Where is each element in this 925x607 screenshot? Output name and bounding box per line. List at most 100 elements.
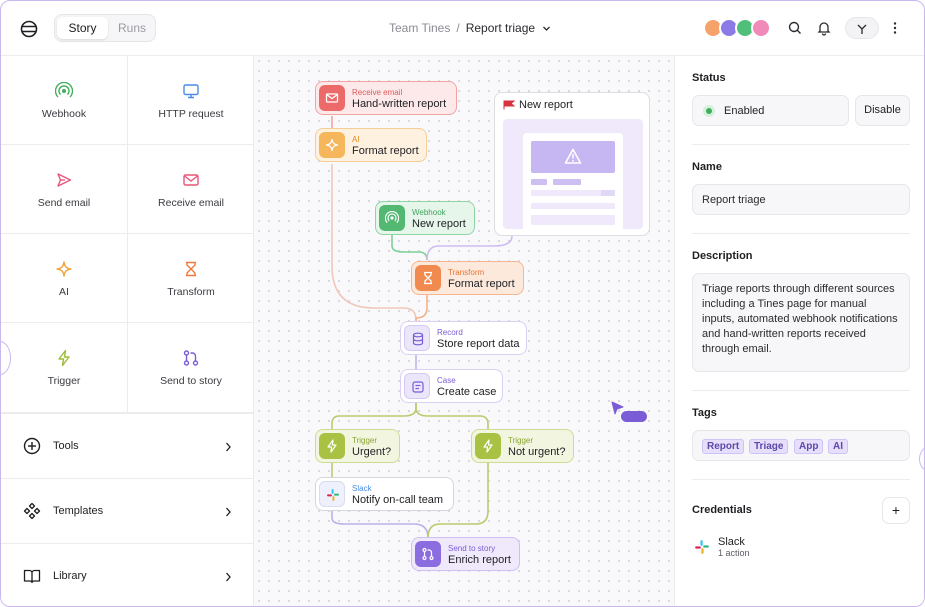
node-icon-badge [319,85,345,111]
credential-name[interactable]: Slack [718,536,745,548]
status-title: Status [692,72,726,84]
page-thumbnail [503,119,643,229]
description-textarea[interactable]: Triage reports through different sources… [692,273,910,372]
collaborator-cursor-icon [611,401,647,422]
toolbox-receive-email[interactable]: Receive email [127,145,254,234]
toolbox-send-email[interactable]: Send email [1,145,127,234]
bell-icon[interactable] [816,20,832,36]
node-type: Record [437,328,463,337]
nav-library[interactable]: Library [1,543,254,606]
tile-label: Send to story [160,375,222,387]
node-record[interactable]: Record Store report data [400,321,527,355]
credentials-title: Credentials [692,504,752,516]
flag-icon [503,100,515,110]
toolbox-send-to-story[interactable]: Send to story [127,323,254,413]
add-credential-button[interactable]: + [882,497,910,524]
toolbox-panel: Webhook HTTP request Send email Receive … [1,56,254,606]
nav-label: Tools [53,440,79,452]
tag[interactable]: Report [702,439,745,454]
tag[interactable]: AI [828,439,848,454]
nav-tools[interactable]: Tools [1,413,254,478]
more-vertical-icon[interactable] [890,20,900,36]
bolt-icon [327,439,337,453]
node-name: Format report [352,145,419,157]
user-menu[interactable] [845,17,879,39]
toolbox-http-request[interactable]: HTTP request [127,56,254,145]
story-name-input[interactable]: Report triage [692,184,910,215]
node-type: Webhook [412,208,446,217]
node-type: AI [352,135,360,144]
tile-label: Send email [37,197,91,209]
tags-title: Tags [692,407,717,419]
story-canvas[interactable]: Receive email Hand-written report AI For… [254,56,674,606]
bolt-icon [483,439,493,453]
sparkle-icon [56,261,72,277]
status-value: Enabled [724,105,765,117]
node-ai[interactable]: AI Format report [315,128,427,162]
search-icon[interactable] [787,20,803,36]
node-type: Slack [352,484,372,493]
node-send-to-story[interactable]: Send to story Enrich report [411,537,520,571]
branch-icon [422,547,434,561]
node-case[interactable]: Case Create case [400,369,503,403]
app-window: Story Runs Team Tines / Report triage We… [0,0,925,607]
webhook-icon [385,211,399,224]
node-slack[interactable]: Slack Notify on-call team [315,477,454,511]
node-icon-badge [319,433,345,459]
status-indicator: Enabled [692,95,849,126]
right-collaborator-cursor [919,446,924,472]
breadcrumb-team[interactable]: Team Tines [389,21,450,35]
toolbox-transform[interactable]: Transform [127,234,254,323]
node-type: Trigger [352,436,378,445]
node-icon-badge [415,265,441,291]
case-icon [412,381,424,393]
node-trigger-not-urgent[interactable]: Trigger Not urgent? [471,429,574,463]
warning-icon [564,148,582,164]
status-dot-icon [703,105,715,117]
toolbox-ai[interactable]: AI [1,234,127,323]
page-preview-card[interactable]: New report [494,92,650,236]
tile-label: Trigger [47,375,81,387]
chevron-right-icon [226,572,231,582]
toolbox-trigger[interactable]: Trigger [1,323,127,413]
diamonds-icon [23,502,41,520]
branch-icon [183,350,199,366]
tags-input[interactable]: Report Triage App AI [692,430,910,461]
nav-label: Templates [53,505,104,517]
node-name: Hand-written report [352,98,447,110]
tab-story[interactable]: Story [57,17,108,39]
toolbox-webhook[interactable]: Webhook [1,56,127,145]
breadcrumb-story[interactable]: Report triage [466,21,535,35]
node-name: Notify on-call team [352,494,444,506]
nav-templates[interactable]: Templates [1,478,254,543]
tile-label: AI [59,286,69,298]
tile-label: Receive email [158,197,224,209]
node-webhook[interactable]: Webhook New report [375,201,475,235]
node-receive-email[interactable]: Receive email Hand-written report [315,81,457,115]
tile-label: Transform [167,286,215,298]
collaborator-avatars[interactable] [703,18,775,38]
tines-logo-icon[interactable] [20,20,38,38]
breadcrumb: Team Tines / Report triage [389,21,551,35]
top-bar: Story Runs Team Tines / Report triage [1,1,924,56]
user-icon [857,24,867,34]
tab-runs[interactable]: Runs [110,17,154,39]
node-name: Store report data [437,338,520,350]
node-icon-badge [319,481,345,507]
node-icon-badge [379,205,405,231]
monitor-icon [183,84,199,99]
webhook-icon [55,82,73,98]
node-trigger-urgent[interactable]: Trigger Urgent? [315,429,400,463]
chevron-down-icon[interactable] [542,24,551,33]
tag[interactable]: App [794,439,824,454]
story-runs-toggle: Story Runs [54,14,156,42]
tag[interactable]: Triage [749,439,789,454]
slack-icon [327,489,339,501]
node-transform[interactable]: Transform Format report [411,261,524,295]
node-name: Not urgent? [508,446,566,458]
sparkle-icon [325,138,339,152]
tile-label: HTTP request [158,108,224,120]
disable-button[interactable]: Disable [855,95,910,126]
node-icon-badge [404,373,430,399]
node-icon-badge [415,541,441,567]
